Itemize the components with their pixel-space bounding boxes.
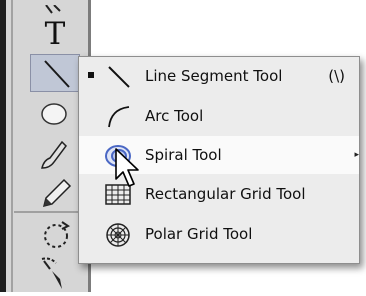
menu-item-polar-grid-tool[interactable]: Polar Grid Tool — [79, 215, 359, 253]
menu-item-label: Rectangular Grid Tool — [145, 185, 306, 203]
menu-item-label: Polar Grid Tool — [145, 225, 253, 243]
line-segment-icon — [44, 60, 70, 88]
arc-icon — [108, 106, 130, 128]
keyboard-shortcut: (\) — [328, 67, 345, 85]
current-tool-indicator — [88, 72, 94, 78]
tools-panel: T — [0, 0, 91, 292]
menu-item-line-segment-tool[interactable]: Line Segment Tool (\) — [79, 57, 359, 95]
mouse-pointer-icon — [115, 148, 139, 187]
selection-tool-partial-icon[interactable] — [42, 0, 66, 14]
menu-item-label: Spiral Tool — [145, 146, 222, 164]
type-tool-button[interactable]: T — [36, 14, 74, 54]
type-tool-icon: T — [44, 16, 66, 52]
menu-item-label: Line Segment Tool — [145, 67, 283, 85]
polar-grid-icon — [106, 223, 130, 247]
panel-edge — [0, 0, 6, 292]
menu-item-arc-tool[interactable]: Arc Tool — [79, 97, 359, 135]
submenu-arrow-icon: ▸ — [354, 150, 359, 160]
line-segment-tool-button[interactable] — [30, 54, 80, 92]
line-segment-icon — [108, 66, 130, 88]
menu-item-label: Arc Tool — [145, 107, 204, 125]
panel-divider — [11, 0, 13, 292]
